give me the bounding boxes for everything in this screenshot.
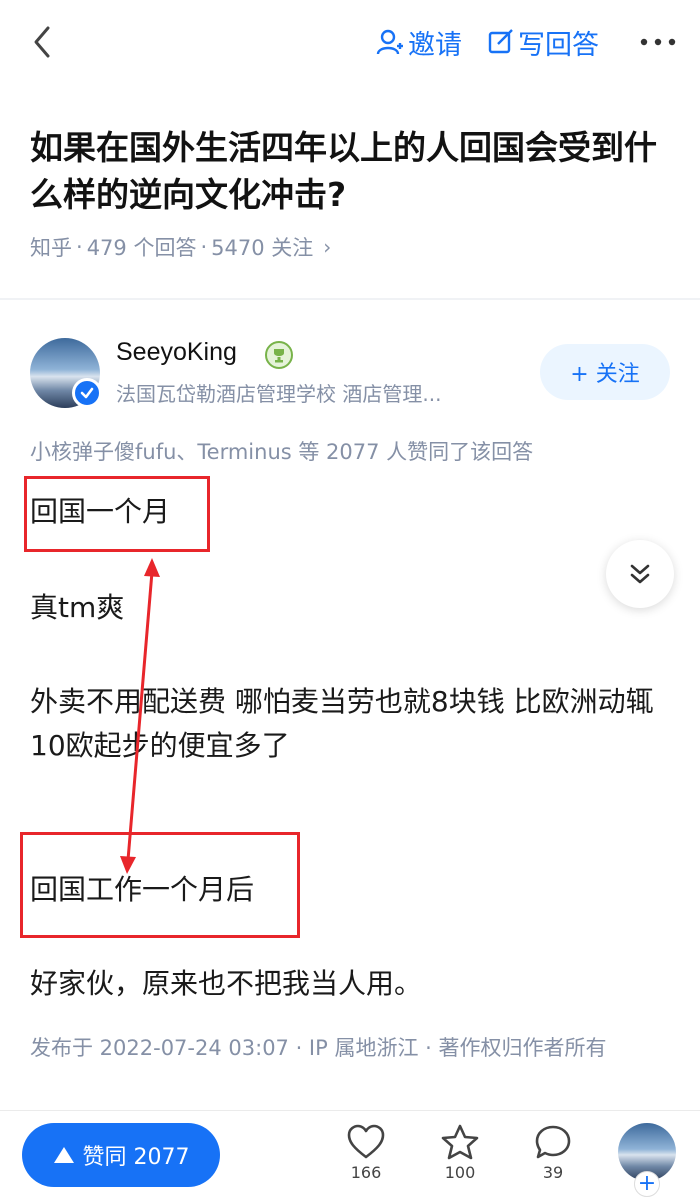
invite-button[interactable]: 邀请 <box>376 24 462 61</box>
answer-paragraph: 好家伙，原来也不把我当人用。 <box>30 967 423 1000</box>
voters-text[interactable]: 小核弹子傻fufu、Terminus 等 2077 人赞同了该回答 <box>30 436 533 466</box>
star-icon <box>441 1124 479 1160</box>
comment-bubble-icon <box>535 1125 571 1159</box>
publish-info: 发布于 2022-07-24 03:07 · IP 属地浙江 · 著作权归作者所… <box>30 1036 607 1060</box>
annotation-box <box>24 476 210 552</box>
plus-icon[interactable]: + <box>634 1171 660 1197</box>
bottom-action-bar: 赞同 2077 166 100 39 + <box>0 1110 700 1200</box>
agree-button[interactable]: 赞同 2077 <box>22 1123 220 1187</box>
author-name[interactable]: SeeyoKing <box>116 338 237 367</box>
top-bar: 邀请 写回答 <box>0 0 700 86</box>
write-answer-button[interactable]: 写回答 <box>488 24 599 61</box>
divider <box>0 298 700 300</box>
collapse-button[interactable] <box>606 540 674 608</box>
question-title[interactable]: 如果在国外生活四年以上的人回国会受到什么样的逆向文化冲击? <box>30 124 670 218</box>
like-count: 166 <box>350 1163 382 1182</box>
more-button[interactable] <box>638 28 678 56</box>
back-button[interactable] <box>26 22 58 62</box>
upvote-triangle-icon <box>53 1147 74 1163</box>
more-dots-icon <box>640 38 676 46</box>
like-button[interactable]: 166 <box>336 1123 396 1182</box>
answer-count: 479 个回答 <box>86 236 197 260</box>
invite-label: 邀请 <box>408 29 462 61</box>
verified-badge-icon <box>72 378 102 408</box>
trophy-badge-icon <box>265 341 293 369</box>
double-chevron-down-icon <box>630 564 650 584</box>
edit-icon <box>488 29 513 54</box>
heart-icon <box>347 1124 385 1159</box>
agree-label: 赞同 2077 <box>82 1145 190 1170</box>
favorite-button[interactable]: 100 <box>430 1123 490 1182</box>
question-source: 知乎 <box>30 236 72 260</box>
comment-count: 39 <box>542 1163 564 1182</box>
annotation-box <box>20 832 300 938</box>
chevron-left-icon <box>34 26 50 58</box>
invite-user-icon <box>376 29 403 55</box>
chevron-right-icon: › <box>323 235 332 259</box>
favorite-count: 100 <box>444 1163 476 1182</box>
follow-button[interactable]: + 关注 <box>540 344 670 400</box>
answer-paragraph: 真tm爽 <box>30 591 125 624</box>
follower-count: 5470 关注 <box>211 236 314 260</box>
question-meta[interactable]: 知乎 · 479 个回答 · 5470 关注 › <box>30 232 331 262</box>
author-bio: 法国瓦岱勒酒店管理学校 酒店管理... <box>116 382 442 406</box>
write-answer-label: 写回答 <box>518 29 599 61</box>
comment-button[interactable]: 39 <box>523 1123 583 1182</box>
answer-paragraph: 外卖不用配送费 哪怕麦当劳也就8块钱 比欧洲动辄10欧起步的便宜多了 <box>30 685 654 762</box>
